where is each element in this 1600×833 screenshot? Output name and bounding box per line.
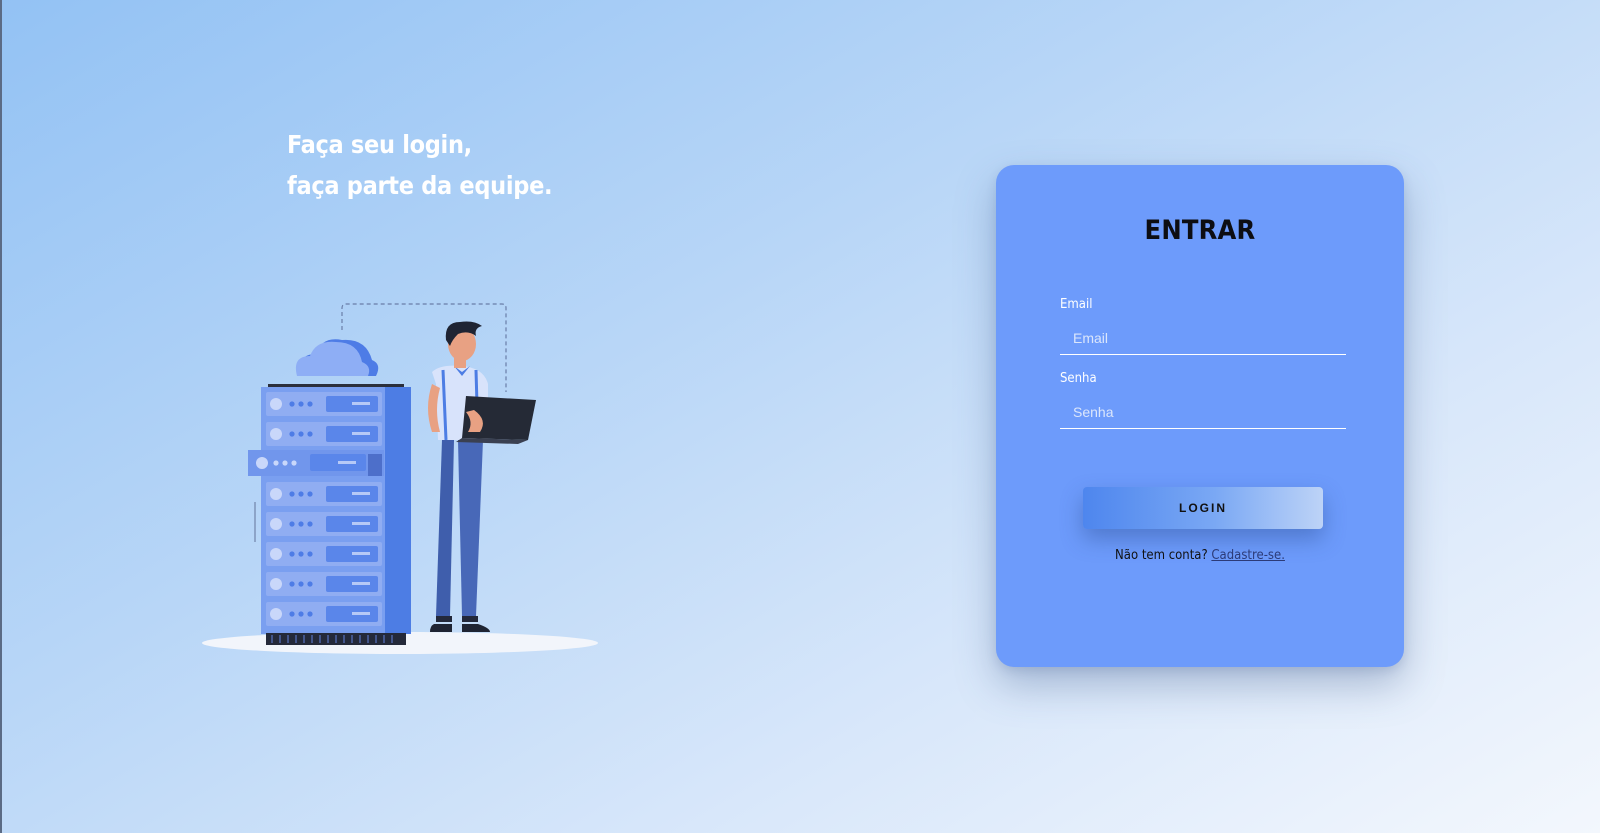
cloud-icon [295,339,379,376]
hero-line-1: Faça seu login, [287,130,472,159]
signup-prompt-text: Não tem conta? [1115,548,1208,563]
email-label: Email [1060,297,1093,312]
signup-link[interactable]: Cadastre-se. [1211,548,1285,563]
login-card: ENTRAR Email Senha LOGIN Não tem conta? … [996,165,1404,667]
login-title: ENTRAR [1144,215,1256,246]
person-with-laptop [428,321,536,632]
password-label: Senha [1060,371,1097,386]
hero-tagline: Faça seu login, faça parte da equipe. [287,124,553,206]
hero-line-2: faça parte da equipe. [287,171,553,200]
email-field-group: Email [1060,297,1346,355]
password-input[interactable] [1060,395,1346,429]
email-input[interactable] [1060,321,1346,355]
server-rack [248,384,411,645]
signup-prompt: Não tem conta? Cadastre-se. [996,548,1404,563]
server-person-illustration [202,303,598,654]
password-field-group: Senha [1060,371,1346,429]
login-button[interactable]: LOGIN [1083,487,1323,529]
window-edge [0,0,2,833]
